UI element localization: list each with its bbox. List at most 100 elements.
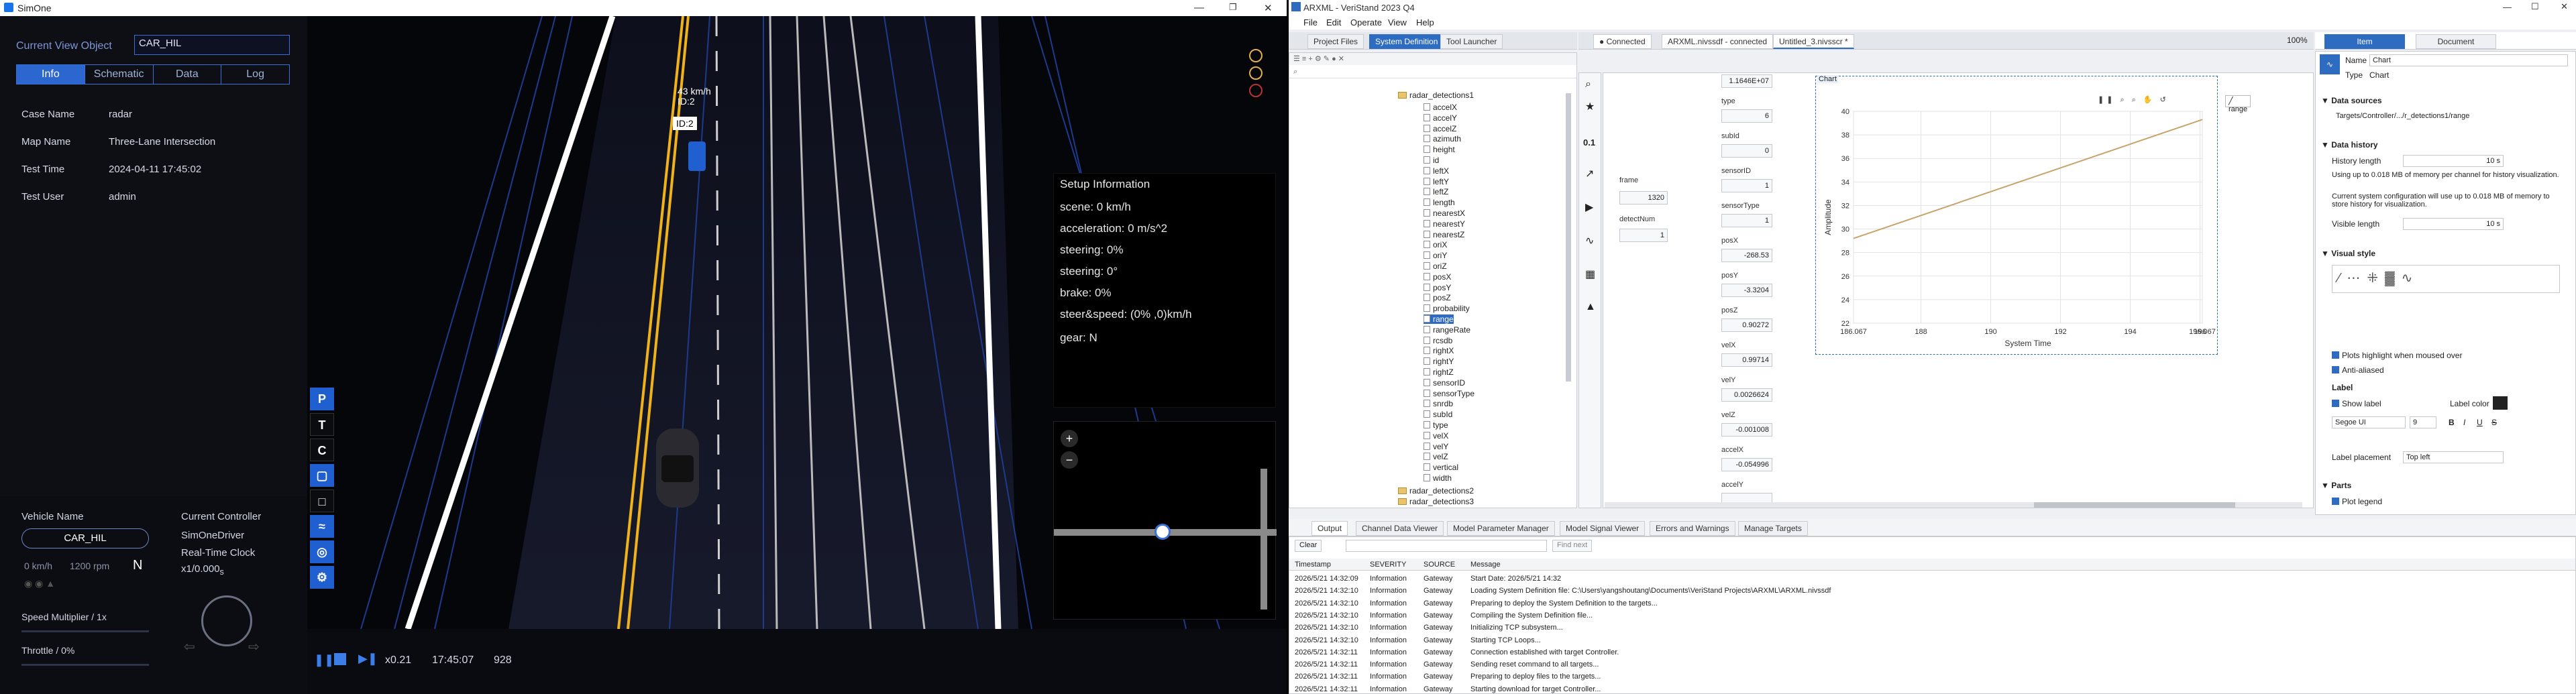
arrow-left-icon[interactable]: ⇦ bbox=[184, 638, 195, 655]
tree-item[interactable]: rcsdb bbox=[1424, 336, 1452, 345]
zoom-level[interactable]: 100% bbox=[2287, 36, 2308, 45]
tree-item[interactable]: posY bbox=[1424, 283, 1451, 292]
tree-item[interactable]: sensorType bbox=[1424, 389, 1474, 398]
chart-icon[interactable]: ∿ bbox=[1585, 234, 1594, 247]
tab-project-files[interactable]: Project Files bbox=[1307, 34, 1364, 49]
tree-item[interactable]: oriZ bbox=[1424, 262, 1447, 271]
tree-item[interactable]: subId bbox=[1424, 410, 1452, 419]
history-length-input[interactable]: 10 s bbox=[2403, 155, 2504, 167]
italic-button[interactable]: I bbox=[2463, 418, 2465, 427]
label-placement-select[interactable]: Top left bbox=[2403, 451, 2504, 463]
ego-vehicle[interactable] bbox=[656, 428, 699, 508]
tree-item[interactable]: accelY bbox=[1424, 113, 1457, 123]
data-history-header[interactable]: ▼ Data history bbox=[2321, 140, 2378, 150]
tree-search-input[interactable]: ⌕ bbox=[1289, 66, 1576, 78]
tree-root[interactable]: radar_detections1 bbox=[1398, 91, 1474, 100]
graph-icon[interactable]: ↗ bbox=[1585, 167, 1594, 180]
tree-item[interactable]: azimuth bbox=[1424, 134, 1461, 143]
visible-length-input[interactable]: 10 s bbox=[2403, 218, 2504, 230]
minimap[interactable]: + − bbox=[1053, 421, 1277, 620]
font-select[interactable]: Segoe UI bbox=[2332, 416, 2406, 428]
status-connected-tab[interactable]: ● Connected bbox=[1593, 34, 1652, 49]
settings-icon[interactable]: ⚙ bbox=[310, 566, 334, 589]
anti-aliased-checkbox[interactable]: Anti-aliased bbox=[2332, 365, 2384, 375]
minimize-icon[interactable]: — bbox=[2503, 2, 2512, 12]
chart-toolbar[interactable]: ❚❚ ⌕ ⌕ ✋ ↺ bbox=[2098, 95, 2169, 105]
tree-item[interactable]: rightX bbox=[1424, 346, 1454, 355]
wave-icon[interactable]: ≈ bbox=[310, 515, 334, 538]
tab-model-signal-viewer[interactable]: Model Signal Viewer bbox=[1560, 521, 1646, 536]
tab-item[interactable]: Item bbox=[2324, 34, 2405, 49]
menu-help[interactable]: Help bbox=[1416, 17, 1434, 27]
location-icon[interactable]: ◎ bbox=[310, 540, 334, 563]
tab-data[interactable]: Data bbox=[154, 65, 222, 84]
star-icon[interactable]: ★ bbox=[1585, 100, 1595, 113]
close-icon[interactable]: ✕ bbox=[1264, 2, 1273, 14]
tree-item[interactable]: nearestY bbox=[1424, 219, 1465, 229]
step-icon[interactable]: ▶❚ bbox=[358, 652, 378, 666]
tab-model-parameter-manager[interactable]: Model Parameter Manager bbox=[1447, 521, 1555, 536]
tree-item[interactable]: range bbox=[1424, 314, 1454, 324]
maximize-icon[interactable]: ❐ bbox=[1229, 2, 1237, 13]
find-next-button[interactable]: Find next bbox=[1552, 540, 1593, 552]
tree-item[interactable]: leftY bbox=[1424, 177, 1449, 186]
bold-button[interactable]: B bbox=[2449, 418, 2455, 427]
tree-item[interactable]: height bbox=[1424, 145, 1455, 154]
tree-item[interactable]: nearestZ bbox=[1424, 230, 1464, 239]
close-icon[interactable]: ✕ bbox=[2561, 1, 2568, 12]
tree-item[interactable]: velX bbox=[1424, 431, 1448, 441]
tree-item[interactable]: posZ bbox=[1424, 293, 1451, 302]
zoom-out-button[interactable]: − bbox=[1061, 451, 1078, 469]
vehicle-name-field[interactable]: CAR_HIL bbox=[21, 528, 149, 548]
tree-item[interactable]: probability bbox=[1424, 304, 1470, 313]
zoom-in-button[interactable]: + bbox=[1061, 430, 1078, 447]
tree-item[interactable]: accelZ bbox=[1424, 124, 1456, 133]
minimize-icon[interactable]: — bbox=[1194, 2, 1204, 13]
menu-operate[interactable]: Operate bbox=[1350, 17, 1382, 27]
stop-icon[interactable] bbox=[334, 653, 346, 665]
menu-edit[interactable]: Edit bbox=[1326, 17, 1341, 27]
tree-item[interactable]: sensorID bbox=[1424, 378, 1465, 388]
plot-legend-checkbox[interactable]: Plot legend bbox=[2332, 497, 2382, 506]
chart-legend[interactable]: ╱ range bbox=[2225, 95, 2251, 113]
target-vehicle[interactable] bbox=[688, 141, 706, 171]
tree-item[interactable]: length bbox=[1424, 198, 1455, 207]
underline-button[interactable]: U bbox=[2477, 418, 2483, 427]
tree-item[interactable]: rightY bbox=[1424, 357, 1454, 366]
tab-document[interactable]: Document bbox=[2416, 34, 2496, 49]
tab-errors-warnings[interactable]: Errors and Warnings bbox=[1650, 521, 1735, 536]
chart-control[interactable]: Chart ❚❚ ⌕ ⌕ ✋ ↺ ╱ range 22 24 26 28 30 32 34 3… bbox=[1815, 75, 2251, 355]
tab-arxml[interactable]: ARXML.nivssdf - connected bbox=[1662, 34, 1774, 49]
tree-item[interactable]: nearestX bbox=[1424, 209, 1465, 218]
tree-sibling[interactable]: radar_detections3 bbox=[1398, 497, 1474, 506]
tab-channel-data-viewer[interactable]: Channel Data Viewer bbox=[1356, 521, 1444, 536]
label-color-swatch[interactable] bbox=[2493, 396, 2508, 410]
plot-style-selector[interactable]: ⁄⋯⁜▓∿ bbox=[2332, 265, 2560, 293]
tree-item[interactable]: vertical bbox=[1424, 463, 1458, 472]
tree-item[interactable]: oriY bbox=[1424, 251, 1447, 260]
tree-item[interactable]: velY bbox=[1424, 442, 1448, 451]
square-icon[interactable]: □ bbox=[310, 489, 334, 512]
tree-item[interactable]: rightZ bbox=[1424, 367, 1454, 377]
tree-item[interactable]: oriX bbox=[1424, 240, 1447, 249]
visual-style-header[interactable]: ▼ Visual style bbox=[2321, 249, 2375, 258]
arrow-right-icon[interactable]: ⇨ bbox=[248, 638, 260, 655]
cube-icon[interactable]: ▢ bbox=[310, 464, 334, 487]
tree-item[interactable]: leftZ bbox=[1424, 187, 1448, 196]
tree-item[interactable]: velZ bbox=[1424, 452, 1448, 461]
maximize-icon[interactable]: ☐ bbox=[2531, 1, 2539, 12]
tool-c-button[interactable]: C bbox=[310, 439, 334, 461]
car-icon[interactable]: ▲ bbox=[1585, 301, 1596, 313]
tab-tool-launcher[interactable]: Tool Launcher bbox=[1440, 34, 1503, 49]
speed-multiplier-slider[interactable] bbox=[21, 630, 149, 632]
tree-item[interactable]: rangeRate bbox=[1424, 325, 1470, 335]
data-sources-header[interactable]: ▼ Data sources bbox=[2321, 96, 2382, 105]
tool-t-button[interactable]: T bbox=[310, 413, 334, 436]
menu-file[interactable]: File bbox=[1303, 17, 1318, 27]
numeric-icon[interactable]: 0.1 bbox=[1583, 137, 1595, 148]
tree-scrollbar[interactable] bbox=[1566, 93, 1571, 382]
tree-sibling[interactable]: radar_detections2 bbox=[1398, 486, 1474, 496]
tab-schematic[interactable]: Schematic bbox=[85, 65, 154, 84]
tab-output[interactable]: Output bbox=[1311, 521, 1348, 536]
play-icon[interactable]: ▶ bbox=[1585, 200, 1593, 214]
